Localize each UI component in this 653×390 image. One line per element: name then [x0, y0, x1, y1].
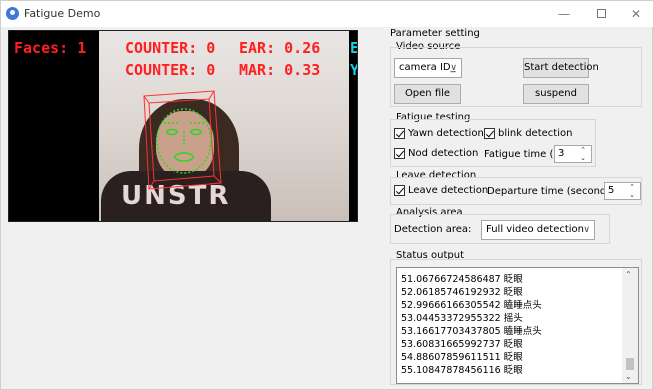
camera-id-combo[interactable]: camera ID_ ∨: [394, 58, 462, 78]
mar-value-text: MAR: 0.33: [239, 61, 321, 79]
scroll-up-icon[interactable]: ⌃: [625, 270, 632, 279]
right-eye-landmarks: [190, 128, 202, 136]
status-line: 52.99666166305542 瞌睡点头: [401, 300, 542, 311]
open-file-button[interactable]: Open file: [394, 84, 461, 104]
close-button[interactable]: ✕: [621, 4, 651, 24]
checkbox-checked-icon: [394, 128, 405, 139]
chevron-down-icon: ∨: [450, 63, 457, 73]
leave-detection-checkbox[interactable]: Leave detection: [394, 185, 488, 196]
status-line: 53.60831665992737 眨眼: [401, 339, 523, 350]
status-output-list[interactable]: 51.06766724586487 眨眼 52.06185746192932 眨…: [396, 267, 639, 384]
status-line: 51.06766724586487 眨眼: [401, 274, 523, 285]
head-pose-box-front: [148, 98, 215, 182]
blink-detection-label: blink detection: [498, 128, 573, 139]
yawn-detection-checkbox[interactable]: Yawn detection: [394, 128, 484, 139]
left-eye-landmarks: [166, 128, 178, 136]
scroll-thumb[interactable]: [626, 358, 634, 370]
video-display: UNSTR Faces: 1 COUNTER: 0 EAR: 0.26 E CO…: [8, 30, 358, 222]
departure-time-value: 5: [608, 185, 615, 196]
camera-id-value: camera ID_: [399, 62, 456, 73]
faces-count-text: Faces: 1: [14, 39, 87, 57]
detection-area-value: Full video detection: [486, 224, 584, 235]
checkbox-checked-icon: [484, 128, 495, 139]
chevron-down-icon: ∨: [583, 225, 590, 235]
checkbox-checked-icon: [394, 148, 405, 159]
status-line: 53.16617703437805 瞌睡点头: [401, 326, 542, 337]
counter-ear-text: COUNTER: 0: [125, 39, 216, 57]
status-line: 53.04453372955322 摇头: [401, 313, 523, 324]
status-scrollbar[interactable]: ⌃ ⌄: [622, 268, 638, 383]
spin-arrows-icon[interactable]: ⌃ ⌄: [577, 146, 589, 162]
scroll-down-icon[interactable]: ⌄: [625, 372, 632, 381]
spin-arrows-icon[interactable]: ⌃ ⌄: [626, 183, 638, 199]
parameter-panel: Parameter setting Video source camera ID…: [386, 27, 648, 387]
status-line: 55.10847878456116 眨眼: [401, 365, 523, 376]
ear-value-text: EAR: 0.26: [239, 39, 321, 57]
mouth-landmarks: [174, 152, 194, 162]
departure-time-label: Departure time (seconds):: [487, 186, 619, 197]
head-pose-edge: [213, 175, 222, 184]
status-line: 54.88607859611511 眨眼: [401, 352, 523, 363]
app-window: Fatigue Demo — ✕ UNSTR Faces: 1 COUNTER:…: [0, 0, 653, 390]
leave-detection-check-label: Leave detection: [408, 185, 489, 196]
checkbox-checked-icon: [394, 185, 405, 196]
app-icon: [6, 7, 19, 20]
start-detection-button[interactable]: Start detection: [523, 58, 599, 78]
blink-detection-checkbox[interactable]: blink detection: [484, 128, 572, 139]
status-line: 52.06185746192932 眨眼: [401, 287, 523, 298]
clipped-overlay-text-2: Y: [350, 61, 357, 79]
panel-title: Parameter setting: [390, 28, 480, 39]
detection-area-combo[interactable]: Full video detection ∨: [481, 220, 595, 240]
yawn-detection-label: Yawn detection: [408, 128, 484, 139]
fatigue-time-value: 3: [558, 148, 565, 159]
maximize-icon: [596, 9, 606, 18]
head-pose-edge: [208, 90, 215, 100]
nod-detection-checkbox[interactable]: Nod detection: [394, 148, 478, 159]
fatigue-time-spinbox[interactable]: 3 ⌃ ⌄: [554, 145, 592, 163]
empty-area: [8, 225, 358, 385]
detection-area-label: Detection area:: [394, 224, 472, 235]
minimize-button[interactable]: —: [549, 4, 579, 24]
window-title: Fatigue Demo: [24, 7, 101, 20]
maximize-button[interactable]: [586, 4, 616, 24]
head-pose-edge: [148, 180, 155, 190]
landmark-overlay: [143, 90, 222, 190]
counter-mar-text: COUNTER: 0: [125, 61, 216, 79]
title-bar: Fatigue Demo — ✕: [1, 1, 653, 27]
departure-time-spinbox[interactable]: 5 ⌃ ⌄: [604, 182, 641, 200]
suspend-button[interactable]: suspend: [523, 84, 589, 104]
clipped-overlay-text-1: E: [350, 39, 357, 57]
nod-detection-label: Nod detection: [408, 148, 479, 159]
